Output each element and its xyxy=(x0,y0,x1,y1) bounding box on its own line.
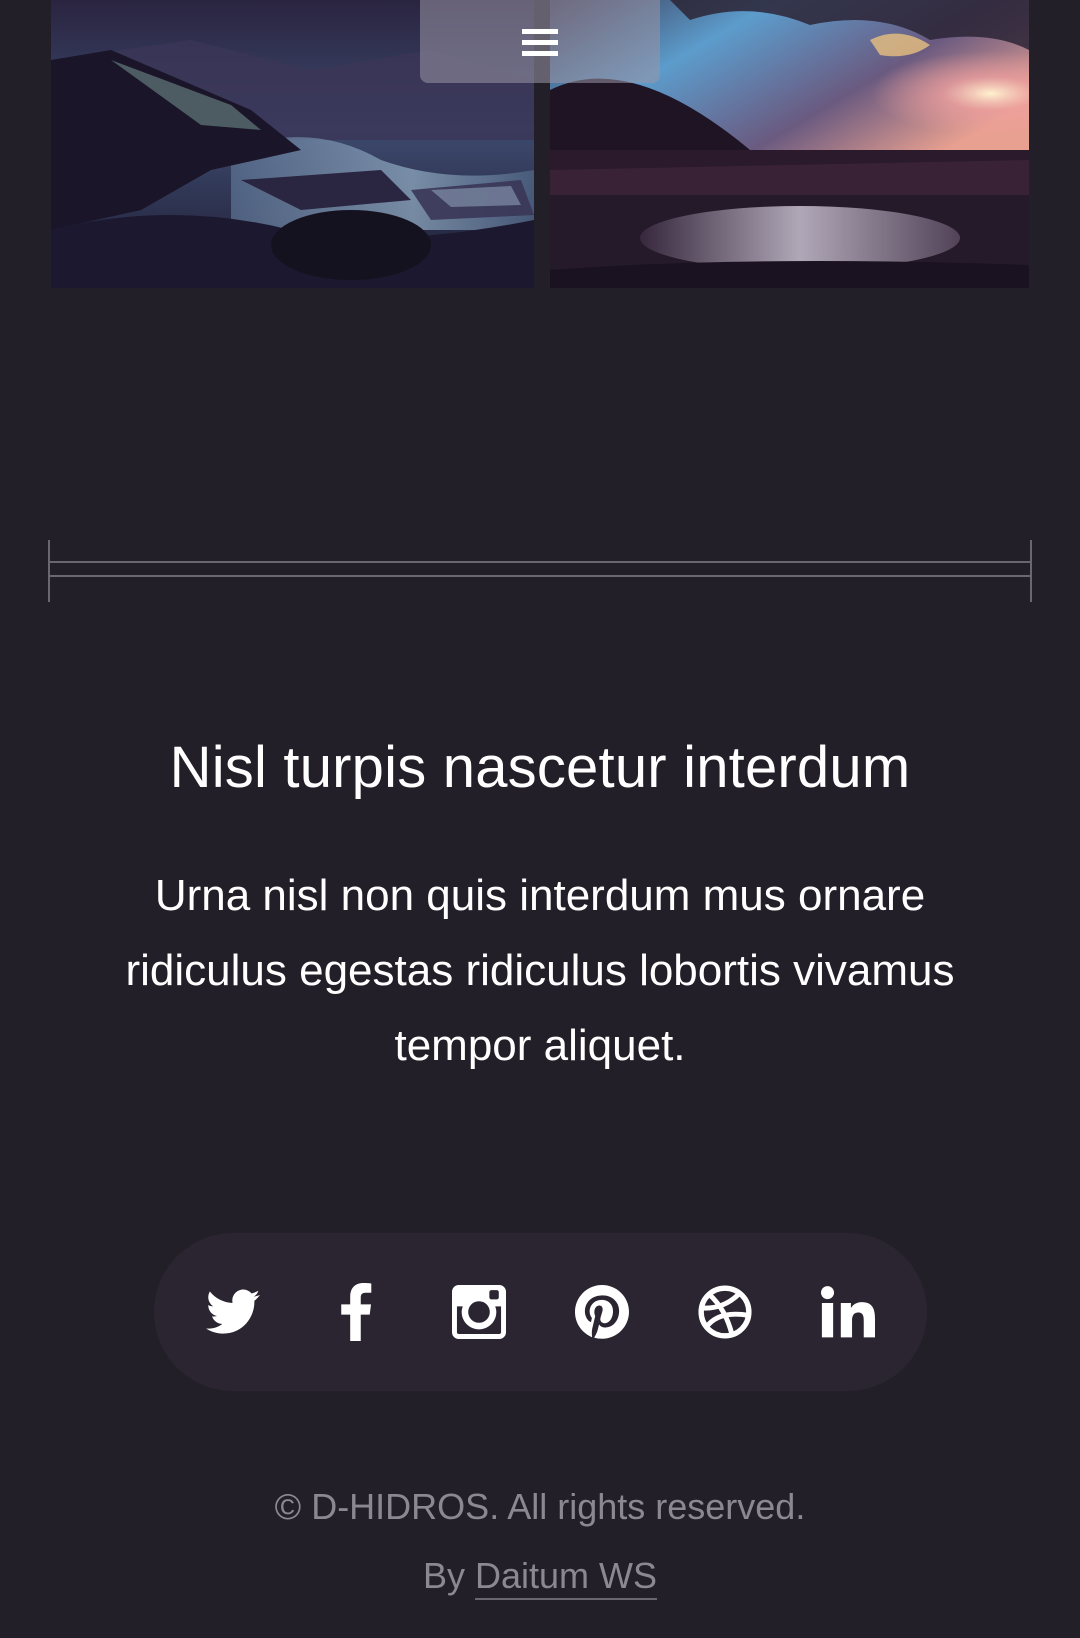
instagram-icon xyxy=(452,1285,506,1339)
section-body: Urna nisl non quis interdum mus ornare r… xyxy=(125,871,955,1070)
hamburger-icon xyxy=(522,28,558,56)
pinterest-link[interactable] xyxy=(541,1262,664,1362)
section-heading: Nisl turpis nascetur interdum xyxy=(169,735,911,800)
twitter-link[interactable] xyxy=(172,1262,295,1362)
credit-line: By Daitum WS xyxy=(0,1551,1080,1601)
section-divider xyxy=(48,540,1032,602)
dribbble-icon xyxy=(698,1285,752,1339)
credit-prefix: By xyxy=(422,1555,475,1596)
instagram-link[interactable] xyxy=(418,1262,541,1362)
linkedin-link[interactable] xyxy=(787,1262,910,1362)
linkedin-icon xyxy=(821,1286,875,1338)
pinterest-icon xyxy=(575,1285,629,1339)
copyright-text: © D-HIDROS. All rights reserved. xyxy=(274,1486,806,1527)
twitter-icon xyxy=(206,1289,260,1334)
credit-link[interactable]: Daitum WS xyxy=(474,1555,658,1600)
facebook-icon xyxy=(341,1283,372,1341)
social-links xyxy=(154,1233,927,1391)
dribbble-link[interactable] xyxy=(664,1262,787,1362)
menu-toggle-button[interactable] xyxy=(420,0,660,83)
facebook-link[interactable] xyxy=(295,1262,418,1362)
